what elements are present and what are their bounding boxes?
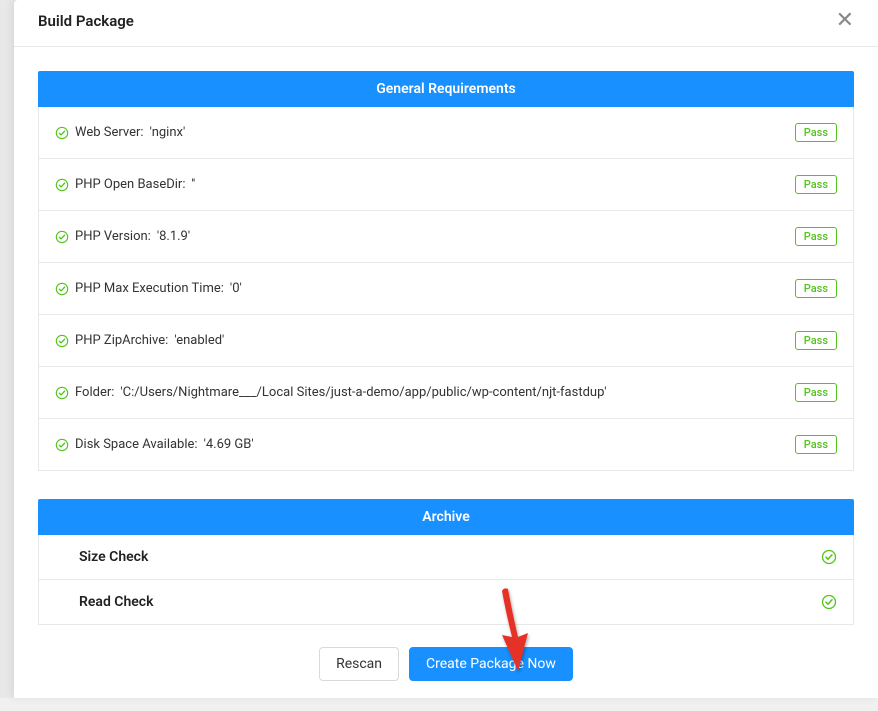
requirement-label: PHP Open BaseDir: (75, 177, 185, 192)
status-badge: Pass (795, 279, 837, 298)
requirement-row[interactable]: PHP Max Execution Time: '0' Pass (39, 263, 853, 315)
check-circle-icon (55, 178, 69, 192)
requirement-info: PHP Open BaseDir: '' (55, 177, 195, 192)
check-circle-icon (55, 126, 69, 140)
create-package-button[interactable]: Create Package Now (409, 647, 573, 681)
requirement-value: '4.69 GB' (204, 437, 254, 452)
requirement-row[interactable]: PHP Open BaseDir: '' Pass (39, 159, 853, 211)
rescan-button[interactable]: Rescan (319, 647, 399, 681)
requirement-value: '0' (230, 281, 242, 296)
requirement-info: Disk Space Available: '4.69 GB' (55, 437, 254, 452)
status-badge: Pass (795, 227, 837, 246)
status-badge: Pass (795, 175, 837, 194)
archive-header: Archive (38, 499, 854, 535)
archive-check-label: Size Check (79, 549, 148, 565)
requirement-row[interactable]: Web Server: 'nginx' Pass (39, 107, 853, 159)
modal-footer: Rescan Create Package Now (38, 641, 854, 701)
modal-title: Build Package (38, 12, 134, 30)
general-requirements-body: Web Server: 'nginx'PassPHP Open BaseDir:… (38, 107, 854, 471)
requirement-info: PHP Version: '8.1.9' (55, 229, 190, 244)
requirement-info: Folder: 'C:/Users/Nightmare___/Local Sit… (55, 385, 606, 400)
check-circle-icon (821, 549, 837, 565)
check-circle-icon (55, 334, 69, 348)
check-circle-icon (55, 386, 69, 400)
check-circle-icon (55, 230, 69, 244)
requirement-info: Web Server: 'nginx' (55, 125, 185, 140)
general-requirements-header: General Requirements (38, 71, 854, 107)
requirement-label: Folder: (75, 385, 114, 400)
requirement-value: 'C:/Users/Nightmare___/Local Sites/just-… (120, 385, 606, 400)
status-badge: Pass (795, 331, 837, 350)
check-circle-icon (55, 438, 69, 452)
archive-body: Size Check Read Check (38, 535, 854, 625)
requirement-label: PHP Version: (75, 229, 151, 244)
requirement-info: PHP Max Execution Time: '0' (55, 281, 242, 296)
modal-backdrop: Build Package ✕ General Requirements Web… (0, 0, 878, 698)
status-badge: Pass (795, 435, 837, 454)
requirement-row[interactable]: Disk Space Available: '4.69 GB' Pass (39, 419, 853, 470)
archive-row[interactable]: Read Check (39, 580, 853, 624)
check-circle-icon (821, 594, 837, 610)
check-circle-icon (55, 282, 69, 296)
requirement-row[interactable]: PHP Version: '8.1.9' Pass (39, 211, 853, 263)
requirement-label: Web Server: (75, 125, 144, 140)
requirement-value: 'nginx' (150, 125, 186, 140)
modal-body: General Requirements Web Server: 'nginx'… (14, 47, 878, 711)
archive-section: Archive Size Check Read Check (38, 499, 854, 625)
build-package-modal: Build Package ✕ General Requirements Web… (14, 0, 878, 698)
general-requirements-section: General Requirements Web Server: 'nginx'… (38, 71, 854, 471)
requirement-value: '8.1.9' (157, 229, 190, 244)
requirement-row[interactable]: PHP ZipArchive: 'enabled' Pass (39, 315, 853, 367)
archive-check-label: Read Check (79, 594, 154, 610)
requirement-info: PHP ZipArchive: 'enabled' (55, 333, 224, 348)
requirement-row[interactable]: Folder: 'C:/Users/Nightmare___/Local Sit… (39, 367, 853, 419)
archive-row[interactable]: Size Check (39, 535, 853, 580)
requirement-value: '' (191, 177, 195, 192)
requirement-label: PHP Max Execution Time: (75, 281, 224, 296)
modal-header: Build Package ✕ (14, 0, 878, 47)
close-icon[interactable]: ✕ (836, 10, 854, 32)
status-badge: Pass (795, 123, 837, 142)
status-badge: Pass (795, 383, 837, 402)
requirement-value: 'enabled' (174, 333, 224, 348)
requirement-label: PHP ZipArchive: (75, 333, 168, 348)
requirement-label: Disk Space Available: (75, 437, 198, 452)
